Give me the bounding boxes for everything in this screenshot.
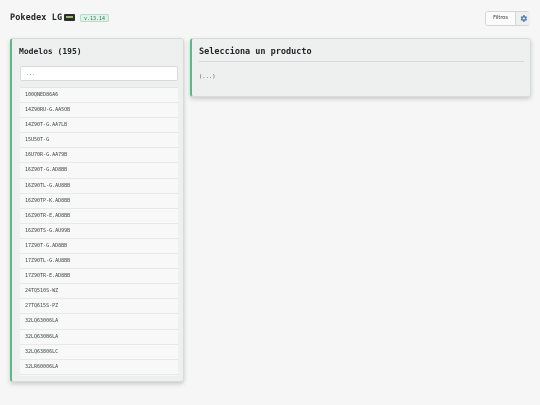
- model-list-item[interactable]: 32LQ63806LC: [20, 345, 178, 360]
- model-list-item[interactable]: 100QNED86A6: [20, 88, 178, 104]
- filter-controls: Filtros: [485, 11, 530, 26]
- model-list-item[interactable]: 32LQ63006LA: [20, 314, 178, 330]
- model-list-item[interactable]: 32LQ630B6LA: [20, 330, 178, 345]
- app-header: Pokedex LG v.13.14 Filtros: [0, 0, 540, 36]
- filters-button[interactable]: Filtros: [486, 12, 516, 25]
- model-list-item[interactable]: 16Z90TS-G.AU99B: [20, 224, 178, 239]
- version-badge: v.13.14: [80, 14, 110, 22]
- model-list-item[interactable]: 16Z90TR-E.AD8BB: [20, 209, 178, 224]
- app-icon: [64, 14, 75, 21]
- model-list[interactable]: 100QNED86A6 14Z90RU-G.AA5OB 14Z90T-G.AA7LB…: [20, 87, 178, 376]
- model-list-item[interactable]: 17Z90TR-E.AD8BB: [20, 269, 178, 285]
- model-list-item[interactable]: 24TQ510S-WZ: [20, 284, 178, 300]
- models-title: Modelos (195): [19, 47, 82, 56]
- settings-button[interactable]: [516, 12, 530, 25]
- model-list-item[interactable]: 16Z90T-G.AD8BB: [20, 163, 178, 179]
- model-list-item[interactable]: 14Z90RU-G.AA5OB: [20, 103, 178, 119]
- gear-icon: [520, 15, 528, 22]
- model-list-item[interactable]: 15U50T-G: [20, 133, 178, 149]
- model-list-item[interactable]: 27TQ615S-PZ: [20, 299, 178, 315]
- model-list-item[interactable]: 16Z90TP-K.AD8BB: [20, 194, 178, 209]
- model-list-item[interactable]: 17Z90T-G.AD8BB: [20, 239, 178, 255]
- product-detail-panel: Selecciona un producto (...): [190, 38, 531, 97]
- model-list-item[interactable]: 16Z90TL-G.AU8BB: [20, 179, 178, 194]
- model-list-item[interactable]: 17Z90TL-G.AU8BB: [20, 254, 178, 270]
- model-list-item[interactable]: 14Z90T-G.AA7LB: [20, 118, 178, 134]
- detail-placeholder-text: (...): [199, 74, 216, 80]
- model-list-item[interactable]: 16U70R-G.AA79B: [20, 148, 178, 164]
- models-panel: Modelos (195) 100QNED86A614Z90RU-G.AA5OB…: [10, 38, 184, 382]
- app-title: Pokedex LG: [10, 13, 63, 23]
- detail-title: Selecciona un producto: [199, 47, 312, 57]
- model-list-item[interactable]: 32LR60006LA: [20, 360, 178, 375]
- search-input[interactable]: [20, 66, 178, 81]
- divider: [199, 61, 524, 62]
